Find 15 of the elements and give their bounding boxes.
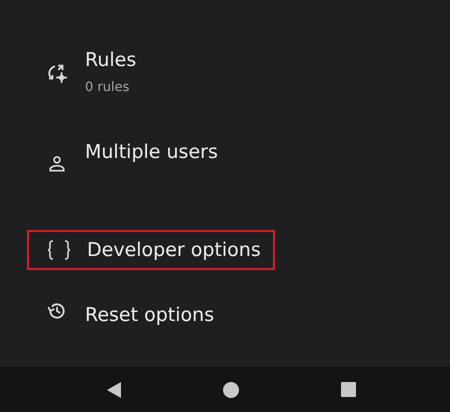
person-icon: [47, 154, 67, 174]
history-icon: [47, 301, 67, 321]
item-title: Reset options: [85, 303, 214, 328]
item-subtitle: 0 rules: [85, 79, 130, 97]
settings-item[interactable]: Multiple users: [35, 138, 435, 174]
settings-item[interactable]: Reset options: [35, 301, 435, 329]
item-title: Rules: [85, 48, 136, 73]
home-icon[interactable]: [223, 382, 239, 398]
settings-item[interactable]: Developer options: [27, 230, 275, 270]
rotate-gear-icon: [46, 62, 68, 84]
item-title: Developer options: [87, 238, 261, 263]
settings-item[interactable]: Rules 0 rules: [35, 46, 435, 98]
back-icon[interactable]: [107, 382, 121, 398]
code-braces-icon: [46, 239, 72, 261]
item-title: Multiple users: [85, 140, 218, 165]
